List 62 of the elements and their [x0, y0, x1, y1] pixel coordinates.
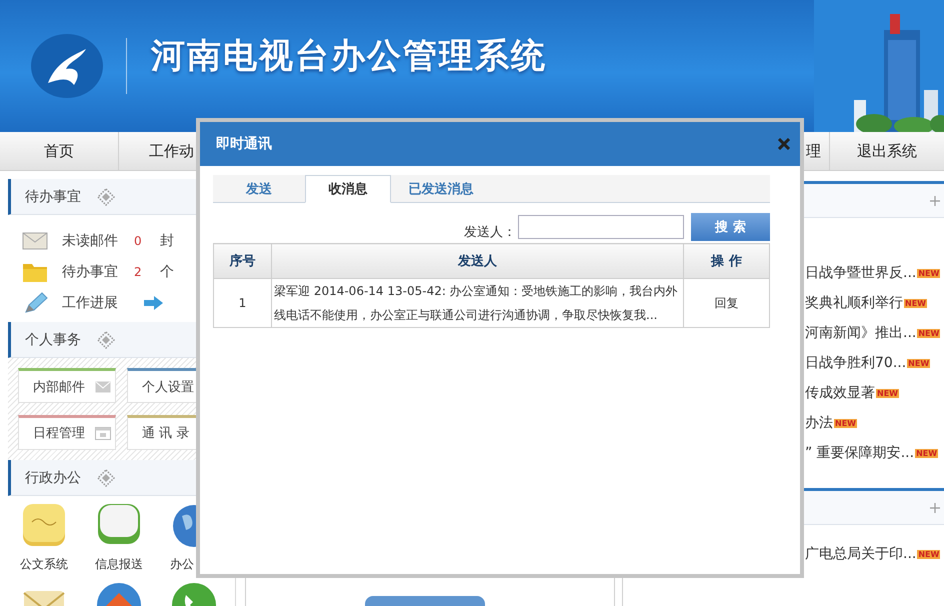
- news-link[interactable]: ” 重要保障期安...: [805, 444, 914, 462]
- tab[interactable]: 已发送消息: [391, 175, 491, 202]
- field-label: 发送人：: [464, 224, 516, 241]
- dotted-diamond-icon: [97, 330, 115, 348]
- todo-label[interactable]: 待办事宜: [62, 262, 134, 280]
- app-label[interactable]: 办公: [170, 556, 194, 573]
- reply-link[interactable]: 回复: [684, 278, 770, 328]
- new-badge: NEW: [917, 550, 940, 558]
- section-title: 个人事务: [25, 330, 81, 348]
- envelope-icon: [22, 230, 48, 252]
- count-text: 0: [134, 234, 143, 248]
- unit-text: 个: [160, 262, 174, 280]
- unit-text: 封: [160, 232, 174, 250]
- tile-label: 内部邮件: [33, 378, 85, 396]
- news-link[interactable]: 传成效显著: [805, 384, 875, 402]
- plus-icon[interactable]: [930, 196, 940, 206]
- plus-icon[interactable]: [930, 502, 940, 512]
- new-badge: NEW: [915, 448, 938, 458]
- news-link[interactable]: 日战争胜利70...: [805, 354, 906, 372]
- tile-label: 个人设置: [142, 378, 194, 396]
- tab[interactable]: 收消息: [305, 175, 391, 203]
- news-link[interactable]: 广电总局关于印...: [805, 545, 916, 563]
- table-cell: 1: [214, 278, 272, 328]
- column-header: 发送人: [272, 244, 684, 278]
- count-text: 2: [134, 264, 143, 278]
- dotted-diamond-icon: [97, 188, 115, 206]
- nav-item[interactable]: 退出系统: [830, 132, 944, 170]
- news-link[interactable]: 日战争暨世界反...: [805, 264, 916, 282]
- column-header: 序号: [214, 244, 272, 278]
- tile-label: 通 讯 录: [142, 425, 190, 442]
- envelope-icon: [95, 380, 111, 394]
- new-badge: NEW: [917, 328, 940, 338]
- new-badge: NEW: [917, 268, 940, 278]
- shortcut-tile[interactable]: 日程管理: [18, 414, 116, 450]
- search-field[interactable]: [518, 215, 684, 239]
- tab[interactable]: 发送: [213, 175, 305, 202]
- table-cell: 梁军迎 2014-06-14 13-05-42: 办公室通知：受地铁施工的影响，我台内外线电话不能使用，办公室正与联通公司进行沟通协调，争取尽快恢复我...: [272, 278, 684, 328]
- new-badge: NEW: [876, 388, 899, 398]
- system-title: 河南电视台办公管理系统: [151, 35, 547, 78]
- shortcut-tile[interactable]: 内部邮件: [18, 368, 116, 403]
- todo-label[interactable]: 未读邮件: [62, 232, 134, 250]
- app-label[interactable]: 公文系统: [20, 556, 68, 573]
- calendar-icon: [95, 426, 111, 440]
- close-icon[interactable]: [778, 138, 790, 150]
- dialog-title: 即时通讯: [216, 135, 272, 153]
- right-arrow-icon[interactable]: [144, 296, 164, 310]
- section-title: 行政办公: [25, 468, 81, 486]
- section-title: 待办事宜: [25, 188, 81, 206]
- nav-item[interactable]: 首页: [0, 132, 119, 170]
- logo-icon: [30, 33, 104, 99]
- news-link[interactable]: 奖典礼顺利举行: [805, 294, 903, 312]
- new-badge: NEW: [834, 418, 857, 428]
- column-header: 操 作: [684, 244, 770, 278]
- dotted-diamond-icon: [97, 468, 115, 486]
- news-link[interactable]: 河南新闻》推出...: [805, 324, 916, 342]
- todo-label[interactable]: 工作进展: [62, 294, 134, 312]
- new-badge: NEW: [904, 298, 927, 308]
- app-label[interactable]: 信息报送: [95, 556, 143, 573]
- news-link[interactable]: 办法: [805, 414, 833, 432]
- new-badge: NEW: [907, 358, 930, 368]
- nav-item[interactable]: 工作动: [119, 132, 197, 170]
- tile-label: 日程管理: [33, 425, 85, 442]
